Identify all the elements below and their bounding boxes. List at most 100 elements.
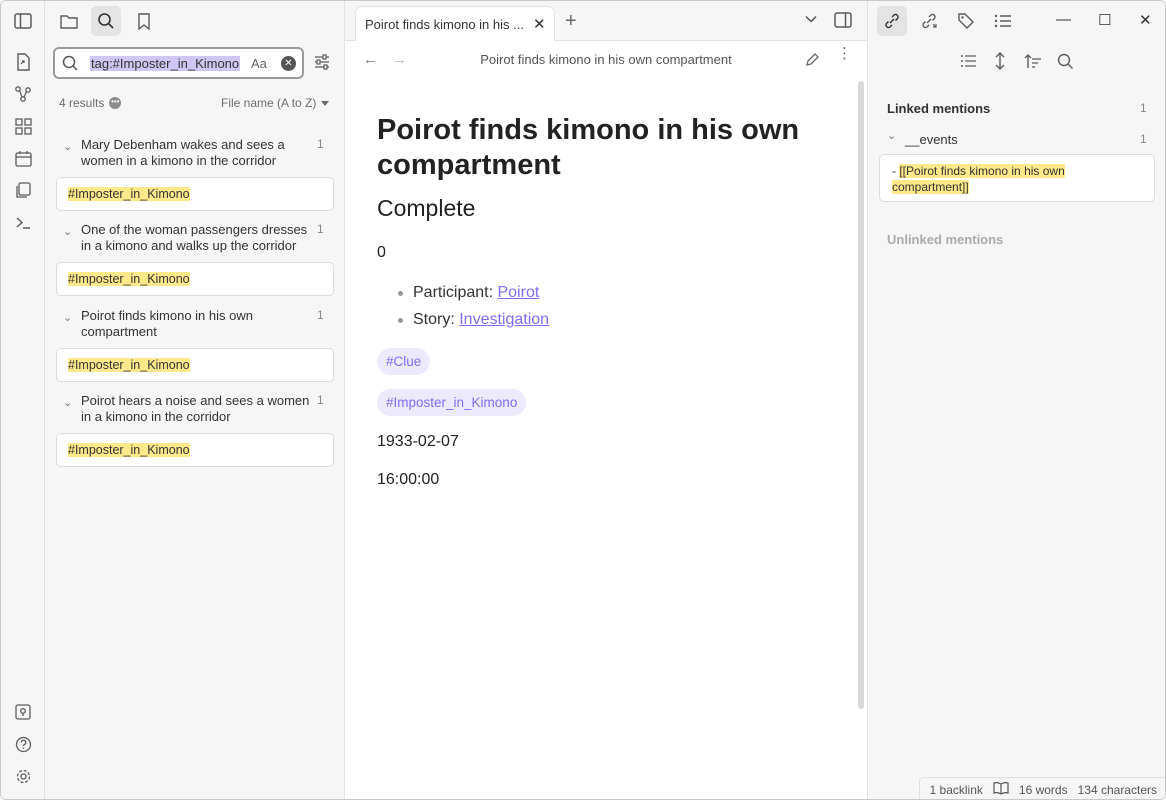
maximize-window-icon[interactable]: ☐ [1098,11,1111,29]
templates-icon[interactable] [12,179,34,201]
result-match-count: 1 [317,222,324,236]
editor-scrollbar[interactable] [858,81,864,709]
tab-bar: Poirot finds kimono in his ... ✕ + [345,1,867,41]
date-text: 1933-02-07 [377,433,459,450]
reading-view-icon[interactable] [993,781,1009,798]
graph-view-icon[interactable] [12,83,34,105]
match-text: #Imposter_in_Kimono [68,358,190,372]
right-sidebar: — ☐ ✕ Linked mentions 1 ⌄ __events 1 - [… [867,1,1165,799]
search-tab-icon[interactable] [91,6,121,36]
tags-icon[interactable] [951,6,981,36]
story-label: Story: [413,311,460,328]
results-count-label: 4 results [59,96,105,110]
participant-label: Participant: [413,284,498,301]
time-text: 16:00:00 [377,471,440,488]
linked-mentions-title[interactable]: Linked mentions [887,101,990,116]
app-window: tag:#Imposter_in_Kimono Aa ✕ 4 results •… [0,0,1166,800]
left-sidebar: tag:#Imposter_in_Kimono Aa ✕ 4 results •… [45,1,345,799]
list-item: Participant: Poirot [377,279,817,306]
collapse-chevron-icon[interactable]: ⌄ [63,396,72,409]
backlink-count[interactable]: 1 backlink [930,783,983,797]
search-input[interactable]: tag:#Imposter_in_Kimono Aa ✕ [53,47,304,79]
folder-count: 1 [1140,132,1147,146]
search-backlinks-icon[interactable] [1057,53,1074,73]
show-more-context-icon[interactable] [994,52,1006,73]
result-title[interactable]: One of the woman passengers dresses in a… [81,222,311,254]
result-match[interactable]: #Imposter_in_Kimono [56,177,334,211]
new-tab-icon[interactable]: + [565,10,577,33]
match-text: #Imposter_in_Kimono [68,443,190,457]
result-match[interactable]: #Imposter_in_Kimono [56,348,334,382]
result-match[interactable]: #Imposter_in_Kimono [56,433,334,467]
sidebar-toggle-icon[interactable] [12,10,34,32]
search-query-text[interactable]: tag:#Imposter_in_Kimono [90,56,241,71]
backlinks-tab-icon[interactable] [877,6,907,36]
sort-label: File name (A to Z) [221,96,317,110]
note-paragraph: 0 [377,244,386,261]
result-match-count: 1 [317,137,324,151]
more-options-vertical-icon[interactable]: ⋮ [837,46,852,61]
bookmarks-icon[interactable] [129,6,159,36]
file-explorer-icon[interactable] [54,6,84,36]
result-match-count: 1 [317,393,324,407]
result-match[interactable]: #Imposter_in_Kimono [56,262,334,296]
story-link[interactable]: Investigation [459,311,549,328]
folder-chevron-icon[interactable]: ⌄ [887,129,896,142]
collapse-results-icon[interactable] [960,53,978,72]
collapse-chevron-icon[interactable]: ⌄ [63,225,72,238]
outgoing-links-icon[interactable] [914,6,944,36]
help-icon[interactable] [12,733,34,755]
results-count: 4 results ••• [59,96,122,110]
collapse-chevron-icon[interactable]: ⌄ [63,140,72,153]
match-text: #Imposter_in_Kimono [68,272,190,286]
canvas-icon[interactable] [12,115,34,137]
clear-search-icon[interactable]: ✕ [281,56,296,71]
search-settings-icon[interactable] [313,53,331,74]
result-match-count: 1 [317,308,324,322]
minimize-window-icon[interactable]: — [1056,11,1071,28]
tab-active-note[interactable]: Poirot finds kimono in his ... ✕ [355,6,555,41]
match-text: #Imposter_in_Kimono [68,187,190,201]
result-title[interactable]: Poirot hears a noise and sees a women in… [81,393,311,425]
toggle-right-sidebar-icon[interactable] [834,12,852,31]
linked-mentions-count: 1 [1140,101,1147,115]
character-count: 134 characters [1077,782,1157,797]
word-count: 16 words [1018,782,1068,797]
result-title[interactable]: Poirot finds kimono in his own compartme… [81,308,311,340]
list-item: Story: Investigation [377,306,817,333]
collapse-chevron-icon[interactable]: ⌄ [63,311,72,324]
tab-list-chevron-icon[interactable] [805,13,817,28]
tag-clue[interactable]: #Clue [377,348,431,375]
tab-label: Poirot finds kimono in his ... [365,17,524,32]
mention-link-text[interactable]: [[Poirot finds kimono in his own compart… [892,164,1065,194]
chevron-down-icon [321,101,330,107]
note-title: Poirot finds kimono in his own compartme… [377,114,800,181]
editor-pane: ← → Poirot finds kimono in his own compa… [345,41,867,799]
search-icon [62,55,78,74]
command-palette-icon[interactable] [12,211,34,233]
settings-gear-icon[interactable] [12,765,34,787]
sort-dropdown[interactable]: File name (A to Z) [221,96,330,110]
change-sort-order-icon[interactable] [1024,53,1042,72]
tag-imposter-in-kimono[interactable]: #Imposter_in_Kimono [377,389,527,416]
close-window-icon[interactable]: ✕ [1139,11,1152,29]
calendar-icon[interactable] [12,147,34,169]
unlinked-mentions-title[interactable]: Unlinked mentions [887,232,1003,247]
result-title[interactable]: Mary Debenham wakes and sees a women in … [81,137,311,169]
vault-switcher-icon[interactable] [12,701,34,723]
status-bar: 1 backlink 16 words 134 characters [918,777,1165,799]
edit-pencil-icon[interactable] [805,52,820,70]
folder-name[interactable]: __events [905,132,958,147]
participant-link[interactable]: Poirot [497,284,539,301]
note-heading: Complete [377,195,476,221]
more-options-icon[interactable]: ••• [109,97,122,109]
note-nav-title[interactable]: Poirot finds kimono in his own compartme… [345,52,867,67]
match-case-button[interactable]: Aa [251,56,267,71]
open-quick-switcher-icon[interactable] [12,51,34,73]
properties-list: Participant: Poirot Story: Investigation [377,279,817,333]
ribbon [1,1,45,799]
mention-card[interactable]: - [[Poirot finds kimono in his own compa… [879,154,1155,202]
outline-icon[interactable] [988,6,1018,36]
note-content: Poirot finds kimono in his own compartme… [377,113,817,489]
close-tab-icon[interactable]: ✕ [533,15,546,33]
